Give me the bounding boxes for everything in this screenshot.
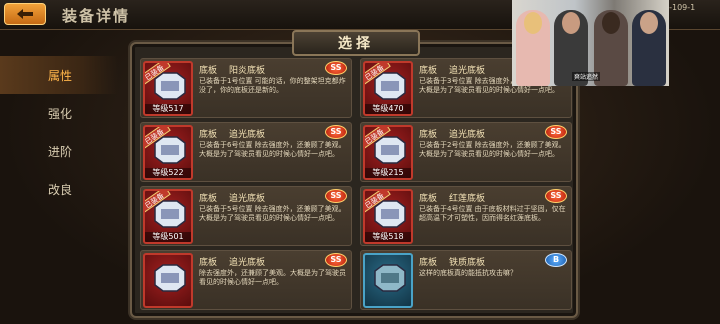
equipment-thumbnail: 已装备 等级522 (143, 125, 193, 180)
armor-plate-icon (154, 264, 186, 292)
equipment-type: 底板 (199, 66, 218, 76)
equipment-type: 底板 (419, 258, 438, 268)
video-person-head (562, 12, 580, 34)
sidebar-item-label: 改良 (48, 182, 73, 197)
equipment-grid: 已装备 等级517 底板 阳炎底板 SS 已装备于1号位置 可能的话，你的整架坦克都炸没了… (140, 58, 572, 316)
select-dialog: 选择 已装备 等级517 底板 阳炎底板 SS 已装备于1号位置 可能的话，你的整架坦克都… (130, 30, 578, 318)
equipment-card[interactable]: 已装备 等级215 底板 追光底板 SS 已装备于2号位置 除去强度外，还兼顾了美观。大概… (360, 122, 572, 182)
video-person (632, 10, 666, 86)
dialog-title: 选择 (338, 36, 374, 52)
equipment-card[interactable]: 底板 追光底板 SS 除去强度外，还兼顾了美观。大概是为了驾驶员看见的时候心情好一点吧… (140, 250, 352, 310)
video-person (516, 10, 550, 86)
page-title: 装备详情 (62, 7, 131, 25)
sidebar-item-advance[interactable]: 进阶 (0, 132, 118, 170)
equipment-card[interactable]: 已装备 等级518 底板 红莲底板 SS 已装备于4号位置 由于底板材料过于坚固，仅在超高… (360, 186, 572, 246)
rank-badge-icon: SS (545, 189, 567, 203)
equipment-thumbnail: 已装备 等级215 (363, 125, 413, 180)
sidebar-item-label: 进阶 (48, 144, 73, 159)
equipment-name: 追光底板 (449, 130, 486, 140)
video-person-head (602, 12, 620, 34)
dialog-title-plate: 选择 (292, 30, 420, 56)
equipment-thumbnail: 已装备 等级518 (363, 189, 413, 244)
rank-badge-icon: SS (325, 189, 347, 203)
equipment-card[interactable]: 底板 铁质底板 B 这样的底板真的能抵抗攻击嘛？ (360, 250, 572, 310)
rank-badge-icon: SS (325, 125, 347, 139)
equipment-thumbnail: 已装备 等级501 (143, 189, 193, 244)
sidebar: 属性 强化 进阶 改良 (0, 56, 118, 208)
equipment-level: 等级522 (145, 168, 191, 178)
equipment-name: 追光底板 (449, 66, 486, 76)
equipment-name: 追光底板 (229, 194, 266, 204)
rank-badge-icon: SS (325, 61, 347, 75)
video-person-head (640, 12, 658, 34)
sidebar-item-attributes[interactable]: 属性 (0, 56, 118, 94)
equipment-type: 底板 (419, 66, 438, 76)
equipment-name: 铁质底板 (449, 258, 486, 268)
back-arrow-icon (17, 9, 33, 19)
equipment-thumbnail (363, 253, 413, 308)
equipment-description: 已装备于2号位置 除去强度外，还兼顾了美观。大概是为了驾驶员看见的时候心情好一点… (419, 141, 566, 158)
armor-plate-icon (374, 264, 406, 292)
equipment-card[interactable]: 已装备 等级501 底板 追光底板 SS 已装备于5号位置 除去强度外，还兼顾了美观。大概… (140, 186, 352, 246)
video-overlay: 爽站追然 (512, 0, 669, 86)
equipment-level: 等级470 (365, 104, 411, 114)
equipment-level: 等级215 (365, 168, 411, 178)
equipment-type: 底板 (199, 258, 218, 268)
equipment-type: 底板 (199, 130, 218, 140)
video-label: 爽站追然 (572, 72, 601, 81)
equipment-thumbnail (143, 253, 193, 308)
video-person-head (524, 12, 542, 34)
equipment-name: 阳炎底板 (229, 66, 266, 76)
sidebar-item-label: 属性 (48, 68, 73, 83)
equipment-level: 等级517 (145, 104, 191, 114)
equipment-name: 追光底板 (229, 258, 266, 268)
equipment-description: 已装备于1号位置 可能的话，你的整架坦克都炸没了，你的底板还是新的。 (199, 77, 346, 94)
equipment-card[interactable]: 已装备 等级522 底板 追光底板 SS 已装备于6号位置 除去强度外，还兼顾了美观。大概… (140, 122, 352, 182)
equipment-type: 底板 (419, 194, 438, 204)
rank-badge-icon: B (545, 253, 567, 267)
rank-badge-icon: SS (325, 253, 347, 267)
rank-badge-icon: SS (545, 125, 567, 139)
equipment-description: 已装备于6号位置 除去强度外，还兼顾了美观。大概是为了驾驶员看见的时候心情好一点… (199, 141, 346, 158)
equipment-type: 底板 (199, 194, 218, 204)
equipment-level: 等级501 (145, 232, 191, 242)
equipment-description: 已装备于4号位置 由于底板材料过于坚固，仅在超高温下才可塑性，因而得名红莲底板。 (419, 205, 566, 222)
equipment-thumbnail: 已装备 等级517 (143, 61, 193, 116)
sidebar-item-enhance[interactable]: 强化 (0, 94, 118, 132)
equipment-level: 等级518 (365, 232, 411, 242)
sidebar-item-label: 强化 (48, 106, 73, 121)
sidebar-item-improve[interactable]: 改良 (0, 170, 118, 208)
equipment-thumbnail: 已装备 等级470 (363, 61, 413, 116)
equipment-name: 红莲底板 (449, 194, 486, 204)
equipment-card[interactable]: 已装备 等级517 底板 阳炎底板 SS 已装备于1号位置 可能的话，你的整架坦克都炸没了… (140, 58, 352, 118)
equipment-description: 这样的底板真的能抵抗攻击嘛？ (419, 269, 517, 277)
equipment-type: 底板 (419, 130, 438, 140)
equipment-description: 已装备于5号位置 除去强度外，还兼顾了美观。大概是为了驾驶员看见的时候心情好一点… (199, 205, 346, 222)
equipment-name: 追光底板 (229, 130, 266, 140)
equipment-description: 除去强度外，还兼顾了美观。大概是为了驾驶员看见的时候心情好一点吧。 (199, 269, 346, 286)
back-button[interactable] (4, 3, 46, 25)
